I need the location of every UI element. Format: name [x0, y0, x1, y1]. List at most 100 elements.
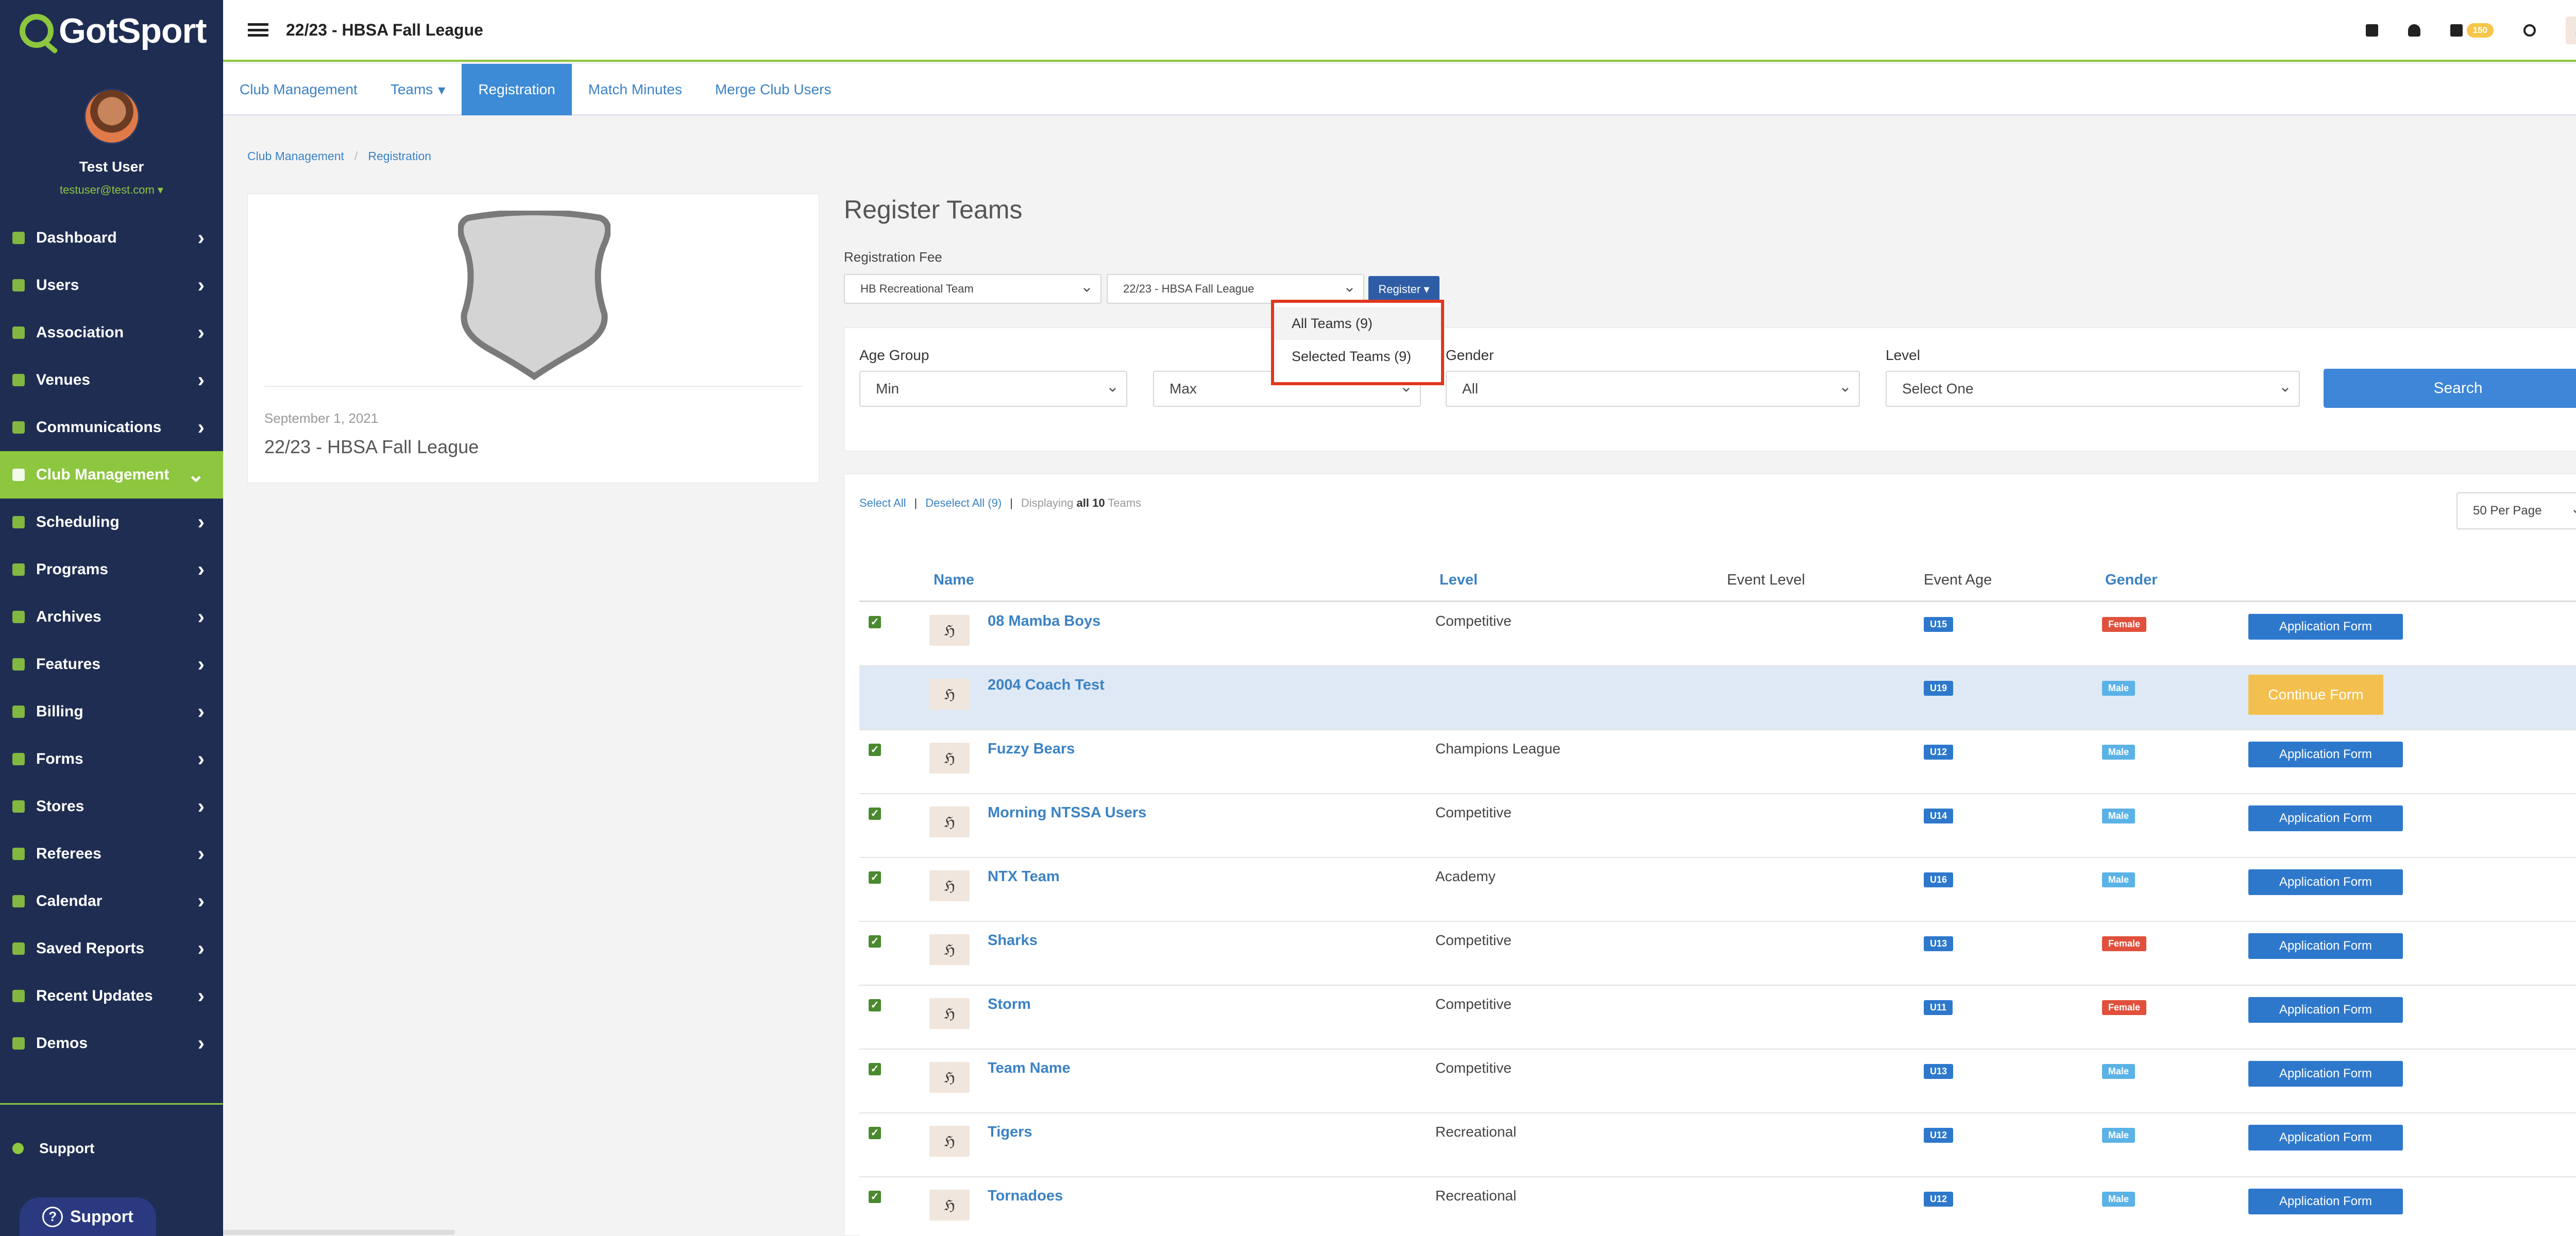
sidebar-item-saved-reports[interactable]: Saved Reports ›: [0, 925, 223, 972]
application-form-button[interactable]: Application Form: [2248, 933, 2403, 959]
row-checkbox[interactable]: ✓: [869, 871, 881, 884]
application-form-button[interactable]: Application Form: [2248, 805, 2403, 831]
team-name-link[interactable]: Fuzzy Bears: [988, 741, 1075, 758]
column-header-level[interactable]: Level: [1439, 572, 1478, 589]
gender-select[interactable]: All: [1446, 371, 1860, 407]
horizontal-scrollbar[interactable]: [223, 1230, 455, 1235]
register-teams-title: Register Teams: [844, 195, 1023, 224]
tab-label: Match Minutes: [588, 81, 682, 97]
sidebar-item-stores[interactable]: Stores ›: [0, 783, 223, 830]
tab-registration[interactable]: Registration: [462, 64, 572, 115]
avatar[interactable]: [83, 89, 140, 144]
link-separator: |: [914, 496, 918, 509]
top-bar: 22/23 - HBSA Fall League 150 ℌ: [223, 0, 2576, 62]
sidebar-item-scheduling[interactable]: Scheduling ›: [0, 499, 223, 546]
continue-form-button[interactable]: Continue Form: [2248, 675, 2383, 715]
application-form-button[interactable]: Application Form: [2248, 742, 2403, 767]
sidebar-item-programs[interactable]: Programs ›: [0, 546, 223, 593]
chevron-right-icon: ›: [197, 937, 205, 960]
team-name-link[interactable]: Morning NTSSA Users: [988, 804, 1146, 821]
event-age-badge: U13: [1924, 1064, 1954, 1079]
row-checkbox[interactable]: ✓: [869, 1127, 881, 1139]
sidebar-item-support[interactable]: Support: [12, 1140, 94, 1157]
row-checkbox[interactable]: ✓: [869, 1191, 881, 1203]
user-icon[interactable]: [2408, 24, 2420, 37]
row-checkbox[interactable]: ✓: [869, 808, 881, 820]
register-all-teams-option[interactable]: All Teams (9): [1274, 307, 1441, 340]
dashboard-icon[interactable]: [2365, 24, 2378, 37]
team-name-link[interactable]: Storm: [988, 996, 1031, 1013]
deselect-all-link[interactable]: Deselect All (9): [925, 496, 1002, 509]
register-button[interactable]: Register ▾: [1368, 276, 1439, 303]
tab-merge-club-users[interactable]: Merge Club Users: [699, 64, 848, 115]
sidebar-item-association[interactable]: Association ›: [0, 309, 223, 356]
mail-button[interactable]: 150: [2450, 23, 2494, 38]
team-logo: ℌ: [929, 743, 970, 774]
select-all-link[interactable]: Select All: [859, 496, 906, 509]
application-form-button[interactable]: Application Form: [2248, 1189, 2403, 1214]
row-checkbox[interactable]: ✓: [869, 935, 881, 948]
application-form-button[interactable]: Application Form: [2248, 614, 2403, 640]
sidebar-item-archives[interactable]: Archives ›: [0, 593, 223, 641]
gotsport-logo[interactable]: GotSport: [0, 0, 223, 62]
sidebar-divider: [0, 1103, 223, 1105]
row-checkbox[interactable]: ✓: [869, 616, 881, 628]
profile-email-dropdown[interactable]: testuser@test.com ▾: [0, 183, 223, 197]
sidebar-item-billing[interactable]: Billing ›: [0, 688, 223, 735]
application-form-button[interactable]: Application Form: [2248, 1061, 2403, 1087]
chat-icon[interactable]: [2523, 24, 2536, 37]
sidebar-item-venues[interactable]: Venues ›: [0, 356, 223, 404]
tab-club-management[interactable]: Club Management: [223, 64, 374, 115]
sidebar-item-forms[interactable]: Forms ›: [0, 735, 223, 783]
sidebar-item-label: Venues: [36, 371, 91, 388]
support-widget-button[interactable]: ? Support: [20, 1197, 156, 1236]
row-checkbox[interactable]: ✓: [869, 744, 881, 756]
per-page-select[interactable]: 50 Per Page: [2456, 492, 2576, 529]
page-title: 22/23 - HBSA Fall League: [286, 20, 483, 39]
application-form-button[interactable]: Application Form: [2248, 997, 2403, 1023]
venues-icon: [12, 374, 25, 386]
age-min-select[interactable]: Min: [859, 371, 1127, 407]
sidebar-item-features[interactable]: Features ›: [0, 641, 223, 688]
calendar-icon: [12, 895, 25, 907]
level-select[interactable]: Select One: [1886, 371, 2300, 407]
chevron-right-icon: ›: [197, 368, 205, 391]
row-checkbox[interactable]: ✓: [869, 1063, 881, 1075]
column-header-name[interactable]: Name: [934, 572, 974, 589]
team-name-link[interactable]: 2004 Coach Test: [988, 677, 1105, 694]
tab-match-minutes[interactable]: Match Minutes: [572, 64, 699, 115]
breadcrumb-club-management[interactable]: Club Management: [247, 149, 344, 163]
sidebar-item-users[interactable]: Users ›: [0, 262, 223, 309]
team-name-link[interactable]: NTX Team: [988, 868, 1060, 885]
caret-down-icon: ▾: [1423, 283, 1430, 296]
team-name-link[interactable]: Team Name: [988, 1060, 1071, 1077]
event-card: September 1, 2021 22/23 - HBSA Fall Leag…: [247, 194, 819, 483]
team-name-link[interactable]: 08 Mamba Boys: [988, 613, 1100, 630]
tab-label: Registration: [478, 81, 555, 97]
displaying-suffix: Teams: [1108, 496, 1142, 509]
register-selected-teams-option[interactable]: Selected Teams (9): [1274, 340, 1441, 373]
breadcrumb-registration[interactable]: Registration: [368, 149, 431, 163]
registration-fee-select[interactable]: HB Recreational Team: [844, 274, 1101, 304]
application-form-button[interactable]: Application Form: [2248, 869, 2403, 895]
sidebar-item-communications[interactable]: Communications ›: [0, 404, 223, 451]
sidebar-item-calendar[interactable]: Calendar ›: [0, 878, 223, 925]
caret-down-icon: ▾: [157, 183, 163, 196]
breadcrumb: Club Management / Registration: [247, 149, 431, 163]
club-logo-icon[interactable]: ℌ: [2566, 16, 2576, 44]
displaying-count: all 10: [1076, 496, 1105, 509]
sidebar-item-referees[interactable]: Referees ›: [0, 830, 223, 878]
sidebar-item-recent-updates[interactable]: Recent Updates ›: [0, 972, 223, 1020]
team-name-link[interactable]: Tigers: [988, 1124, 1032, 1141]
hamburger-menu-icon[interactable]: [248, 23, 268, 37]
team-name-link[interactable]: Tornadoes: [988, 1188, 1063, 1205]
row-checkbox[interactable]: ✓: [869, 999, 881, 1011]
column-header-gender[interactable]: Gender: [2105, 572, 2158, 589]
sidebar-item-club-management[interactable]: Club Management ⌄: [0, 451, 223, 499]
tab-teams[interactable]: Teams ▾: [374, 64, 462, 115]
team-name-link[interactable]: Sharks: [988, 932, 1038, 949]
search-button[interactable]: Search: [2324, 369, 2576, 408]
application-form-button[interactable]: Application Form: [2248, 1125, 2403, 1151]
sidebar-item-demos[interactable]: Demos ›: [0, 1020, 223, 1067]
sidebar-item-dashboard[interactable]: Dashboard ›: [0, 214, 223, 262]
